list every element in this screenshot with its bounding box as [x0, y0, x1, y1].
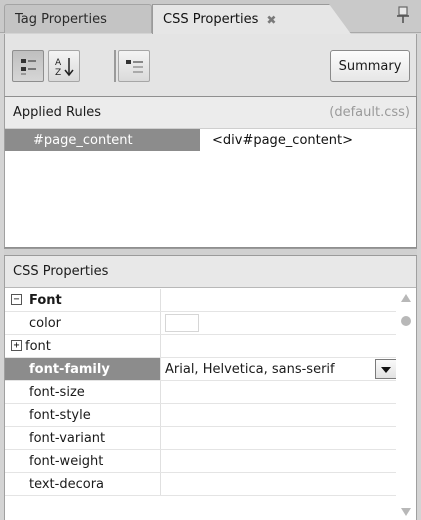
tab-label: CSS Properties [163, 12, 259, 27]
property-name: font-weight [5, 450, 161, 472]
property-name: font-style [5, 404, 161, 426]
scroll-down-arrow-icon[interactable] [401, 508, 411, 516]
toolbar-separator [114, 50, 116, 82]
expand-icon[interactable]: + [11, 340, 22, 351]
color-swatch[interactable] [165, 314, 199, 332]
applied-rules-pane: Applied Rules (default.css) #page_conten… [4, 96, 417, 248]
css-properties-pane: CSS Properties − Font color + font font-… [4, 256, 417, 520]
property-name: color [5, 312, 161, 334]
property-row-font-style[interactable]: font-style [5, 404, 397, 427]
property-row-font-weight[interactable]: font-weight [5, 450, 397, 473]
property-row-font-variant[interactable]: font-variant [5, 427, 397, 450]
property-group-font[interactable]: − Font [5, 289, 397, 312]
scroll-thumb[interactable] [401, 316, 411, 326]
property-value-input[interactable]: Arial, Helvetica, sans-serif [161, 362, 335, 377]
property-name: font [5, 335, 161, 357]
property-row-color[interactable]: color [5, 312, 397, 335]
property-row-font-size[interactable]: font-size [5, 381, 397, 404]
vertical-scrollbar[interactable] [396, 288, 416, 520]
property-group-label: Font [5, 289, 161, 311]
property-name: text-decora [5, 473, 161, 495]
category-view-icon[interactable] [12, 50, 44, 82]
close-tab-icon[interactable]: ✖ [266, 13, 276, 27]
pin-icon[interactable] [395, 6, 411, 24]
css-properties-title: CSS Properties [13, 264, 109, 279]
dropdown-arrow-icon[interactable] [375, 359, 397, 379]
properties-toolbar: A Z Summary [4, 34, 417, 96]
tab-label: Tag Properties [15, 11, 107, 27]
summary-button[interactable]: Summary [330, 50, 410, 82]
rule-source: <div#page_content> [212, 132, 353, 148]
rule-selector: #page_content [5, 129, 200, 151]
property-name: font-family [5, 358, 161, 380]
tab-tag-properties[interactable]: Tag Properties [4, 4, 152, 33]
property-name: font-size [5, 381, 161, 403]
pane-splitter[interactable] [4, 248, 417, 256]
collapse-icon[interactable]: − [11, 294, 22, 305]
property-row-text-decoration[interactable]: text-decora [5, 473, 397, 496]
applied-rules-title: Applied Rules [13, 105, 102, 120]
panel-tab-bar: Tag Properties CSS Properties ✖ [0, 0, 421, 34]
tab-css-properties[interactable]: CSS Properties ✖ [152, 4, 351, 34]
stylesheet-filename: (default.css) [329, 105, 410, 120]
property-row-font-family[interactable]: font-family Arial, Helvetica, sans-serif [5, 358, 397, 381]
rule-row[interactable]: #page_content <div#page_content> [5, 129, 416, 151]
css-properties-panel: Tag Properties CSS Properties ✖ A Z Summ… [0, 0, 421, 520]
svg-text:A: A [55, 58, 62, 68]
applied-rules-header: Applied Rules (default.css) [5, 97, 416, 129]
property-name: font-variant [5, 427, 161, 449]
sort-alphabetical-icon[interactable]: A Z [48, 50, 80, 82]
scroll-up-arrow-icon[interactable] [401, 294, 411, 302]
svg-text:Z: Z [55, 68, 61, 78]
property-row-font[interactable]: + font [5, 335, 397, 358]
set-properties-icon[interactable] [118, 50, 150, 82]
css-properties-header: CSS Properties [5, 256, 416, 288]
